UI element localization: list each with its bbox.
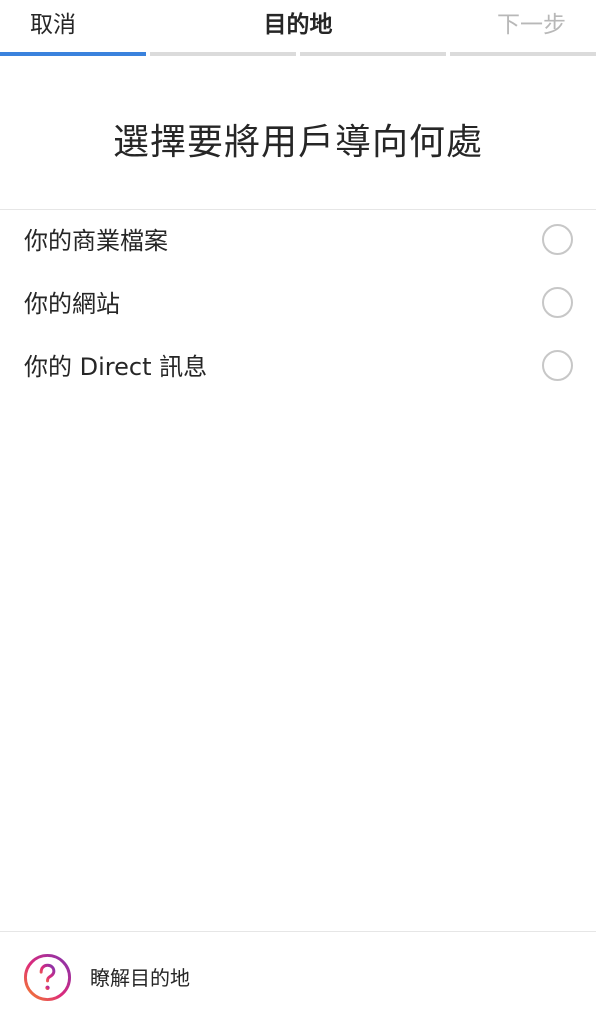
destination-options-list: 你的商業檔案 你的網站 你的 Direct 訊息	[0, 210, 596, 399]
navigation-bar: 取消 目的地 下一步	[0, 0, 596, 52]
option-label: 你的 Direct 訊息	[24, 353, 208, 381]
radio-button[interactable]	[542, 224, 573, 255]
radio-button[interactable]	[542, 287, 573, 318]
option-label: 你的商業檔案	[24, 227, 168, 255]
progress-step-2	[150, 52, 296, 56]
next-button[interactable]: 下一步	[497, 10, 566, 40]
option-business-profile[interactable]: 你的商業檔案	[0, 210, 596, 273]
step-progress-bar	[0, 52, 596, 56]
progress-step-4	[450, 52, 596, 56]
progress-step-3	[300, 52, 446, 56]
progress-step-1	[0, 52, 146, 56]
section-heading: 選擇要將用戶導向何處	[112, 122, 483, 163]
option-website[interactable]: 你的網站	[0, 273, 596, 336]
option-direct-messages[interactable]: 你的 Direct 訊息	[0, 336, 596, 399]
option-label: 你的網站	[24, 290, 120, 318]
help-label: 瞭解目的地	[90, 966, 190, 990]
learn-about-destinations-link[interactable]: 瞭解目的地	[0, 932, 596, 1024]
radio-button[interactable]	[542, 350, 573, 381]
question-mark-icon	[23, 953, 72, 1002]
